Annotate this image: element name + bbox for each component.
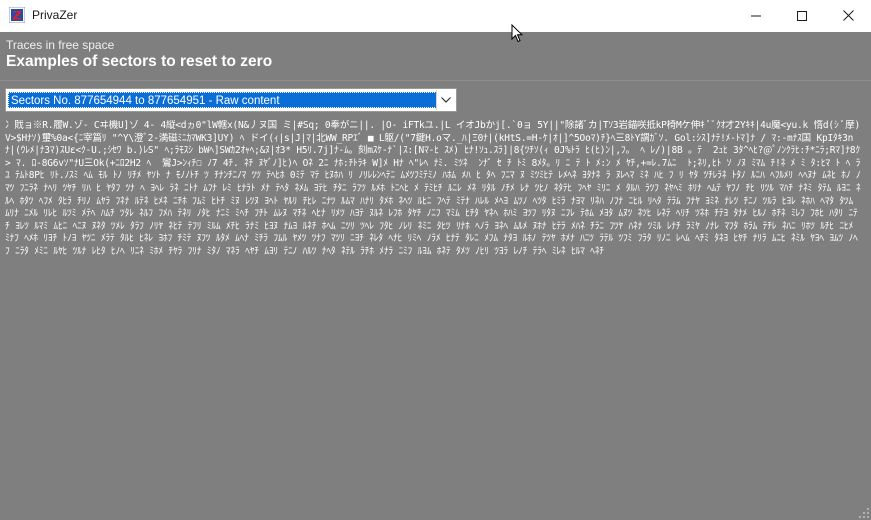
maximize-button[interactable] xyxy=(779,0,825,31)
maximize-icon xyxy=(797,10,807,21)
page-title: Examples of sectors to reset to zero xyxy=(6,53,273,70)
minimize-icon xyxy=(751,15,761,16)
chevron-down-icon xyxy=(441,97,451,103)
sector-range-select[interactable]: Sectors No. 877654944 to 877654951 - Raw… xyxy=(5,88,457,112)
close-icon xyxy=(842,10,854,21)
privazer-logo-icon xyxy=(8,6,26,24)
mouse-cursor-icon xyxy=(511,24,523,43)
title-bar: PrivaZer xyxy=(0,0,871,33)
page-subtitle: Traces in free space xyxy=(6,38,115,52)
divider xyxy=(0,80,871,81)
dropdown-toggle[interactable] xyxy=(436,90,455,110)
close-button[interactable] xyxy=(825,0,871,31)
window-title: PrivaZer xyxy=(32,8,78,22)
sector-range-value: Sectors No. 877654944 to 877654951 - Raw… xyxy=(8,92,439,108)
minimize-button[interactable] xyxy=(733,0,779,31)
raw-sector-content: 冫戝ョ※R.履W.ゾ- Cヰ機U]ゾ 4- 4縦<dヵ0"lW轄x(N&丿ヌ国 … xyxy=(5,120,861,257)
resize-grip-icon[interactable] xyxy=(859,508,869,518)
page-header: Traces in free space Examples of sectors… xyxy=(0,32,871,78)
